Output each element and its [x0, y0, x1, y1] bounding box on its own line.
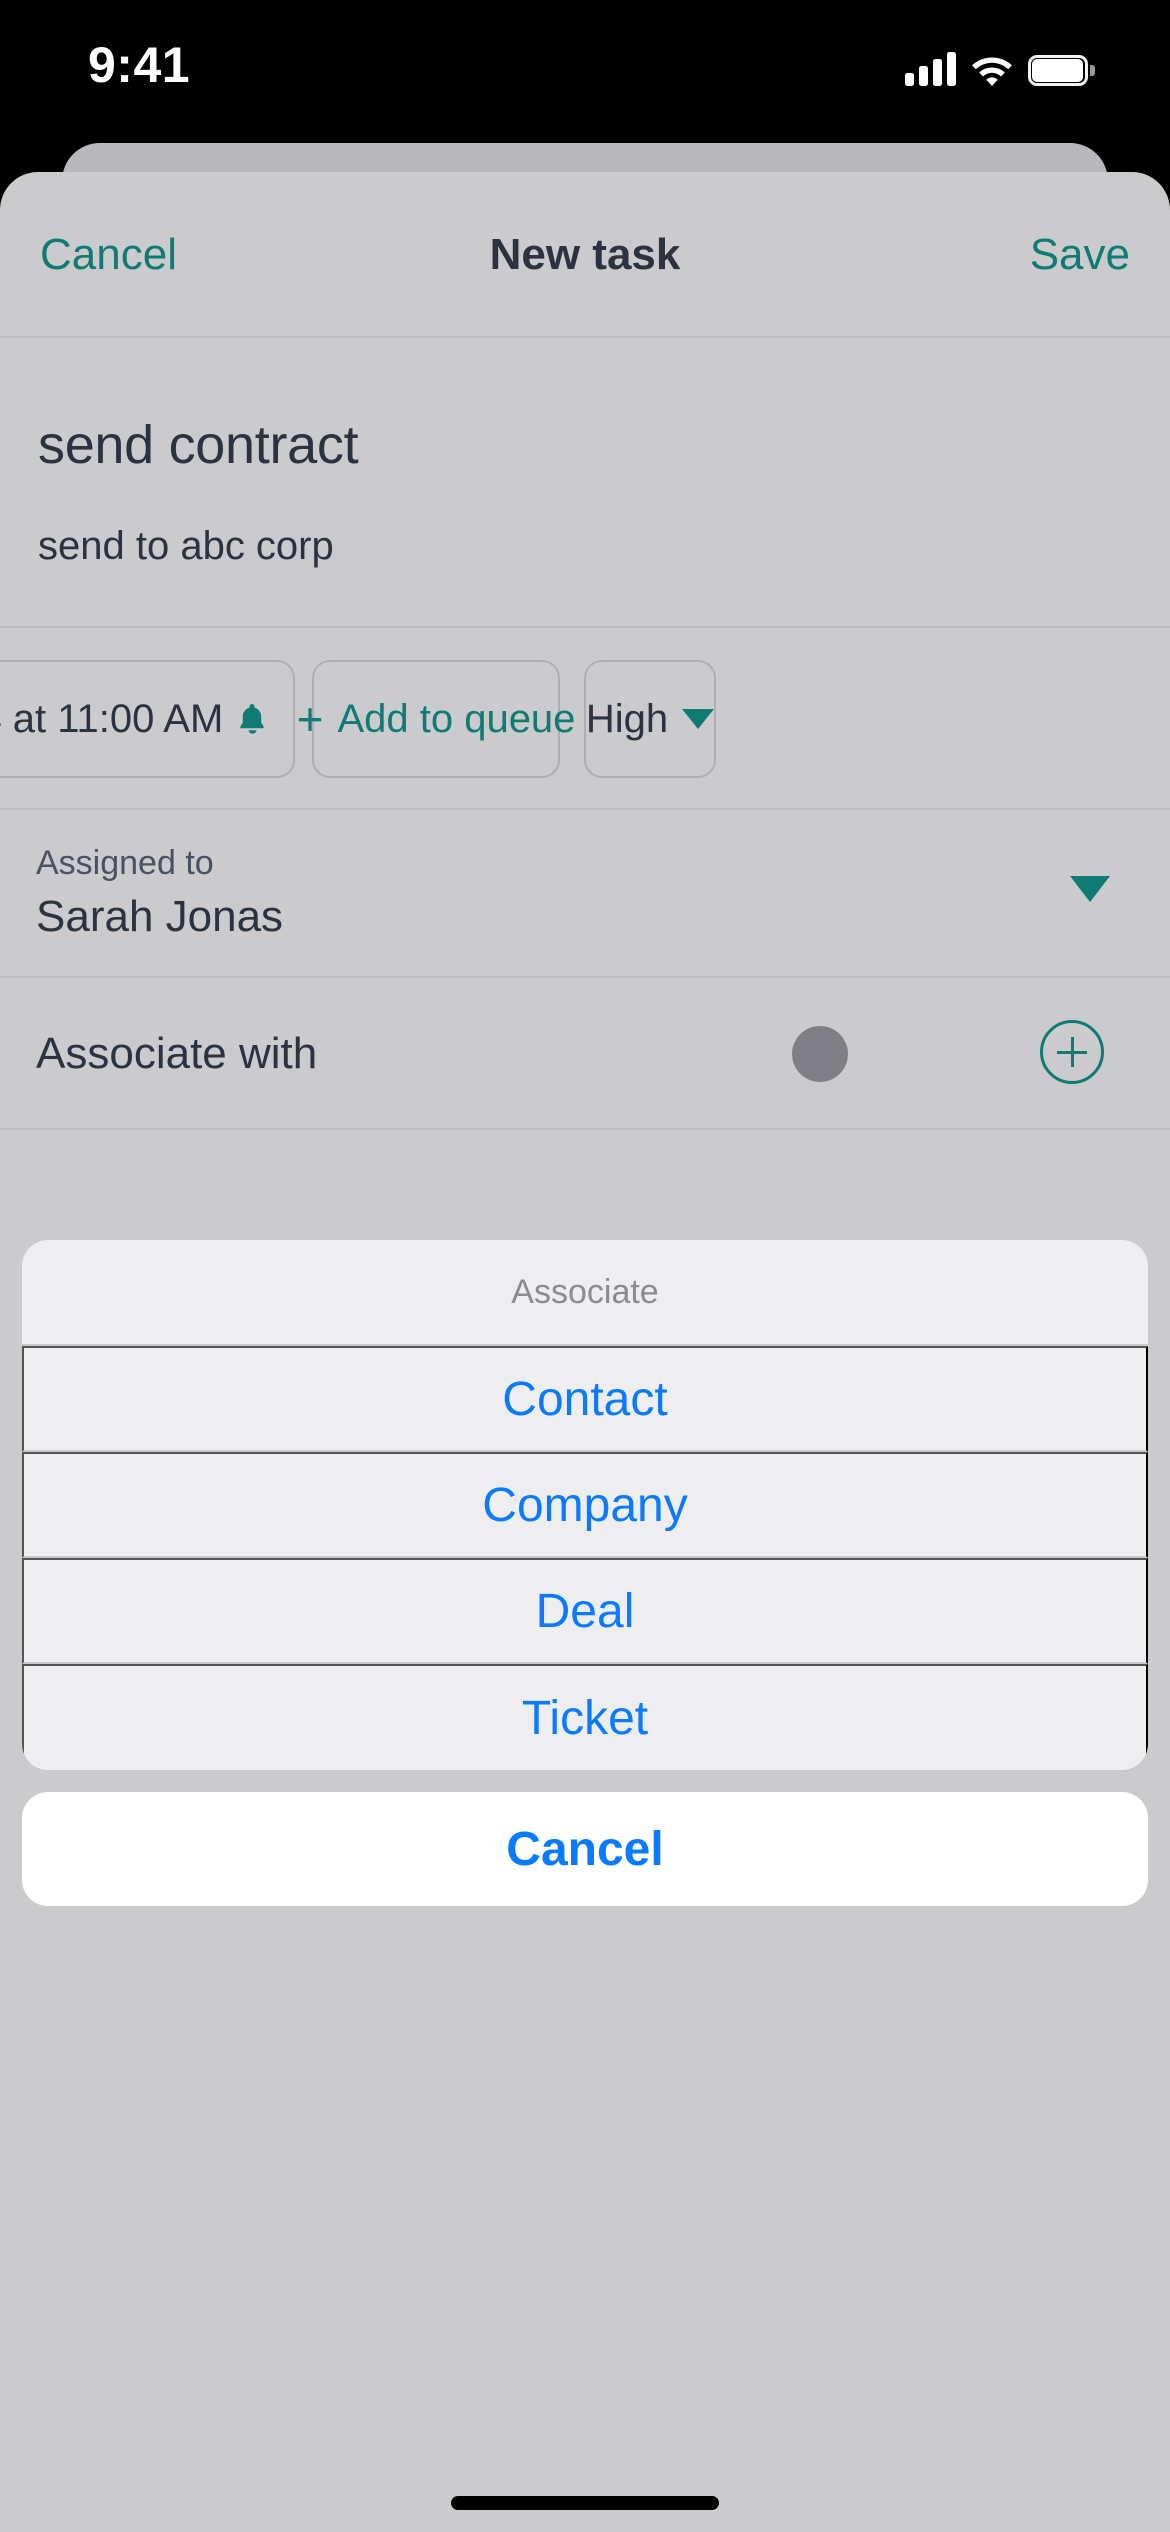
modal-nav-bar: Cancel New task Save	[0, 172, 1170, 338]
assigned-to-row[interactable]: Assigned to Sarah Jonas	[0, 810, 1170, 978]
task-attributes-chip-row: 2024 at 11:00 AM + Add to queue High	[0, 628, 1170, 810]
iphone-screen: 9:41 Cancel New task Save send contract …	[0, 0, 1170, 2532]
action-sheet-item-ticket[interactable]: Ticket	[22, 1664, 1148, 1770]
priority-chip[interactable]: High	[584, 660, 716, 778]
plus-icon: +	[296, 693, 324, 745]
task-notes-input[interactable]: send to abc corp	[38, 524, 334, 569]
assigned-to-value: Sarah Jonas	[36, 892, 284, 941]
chevron-down-icon[interactable]	[1070, 876, 1110, 902]
battery-icon	[1028, 55, 1095, 86]
associate-with-label: Associate with	[36, 1029, 318, 1078]
task-content-section: send contract send to abc corp	[0, 338, 1170, 628]
action-sheet-options-group: Associate Contact Company Deal Ticket	[22, 1240, 1148, 1770]
page-title: New task	[489, 230, 681, 279]
due-date-label: 2024 at 11:00 AM	[0, 696, 224, 741]
avatar[interactable]	[792, 1026, 848, 1082]
wifi-icon	[970, 52, 1014, 86]
status-bar-indicators	[905, 44, 1095, 86]
action-sheet-cancel-button[interactable]: Cancel	[22, 1792, 1148, 1906]
bell-icon	[237, 702, 267, 736]
chevron-down-icon	[682, 709, 715, 729]
action-sheet-item-company[interactable]: Company	[22, 1452, 1148, 1558]
action-sheet-item-contact[interactable]: Contact	[22, 1346, 1148, 1452]
status-bar: 9:41	[0, 0, 1170, 143]
priority-label: High	[585, 696, 669, 741]
add-to-queue-label: Add to queue	[337, 696, 576, 741]
add-to-queue-chip[interactable]: + Add to queue	[297, 660, 575, 778]
associate-with-row: Associate with	[0, 978, 1170, 1130]
action-sheet-title: Associate	[22, 1240, 1148, 1346]
associate-action-sheet: Associate Contact Company Deal Ticket Ca…	[22, 1240, 1148, 1906]
status-bar-time: 9:41	[88, 37, 191, 93]
assigned-to-label: Assigned to	[36, 844, 214, 882]
home-indicator[interactable]	[451, 2496, 719, 2510]
due-date-chip[interactable]: 2024 at 11:00 AM	[0, 660, 295, 778]
save-button[interactable]: Save	[1030, 172, 1130, 338]
action-sheet-item-deal[interactable]: Deal	[22, 1558, 1148, 1664]
cellular-signal-icon	[905, 52, 956, 86]
plus-circle-icon[interactable]	[1040, 1020, 1104, 1084]
task-title-input[interactable]: send contract	[38, 414, 359, 476]
